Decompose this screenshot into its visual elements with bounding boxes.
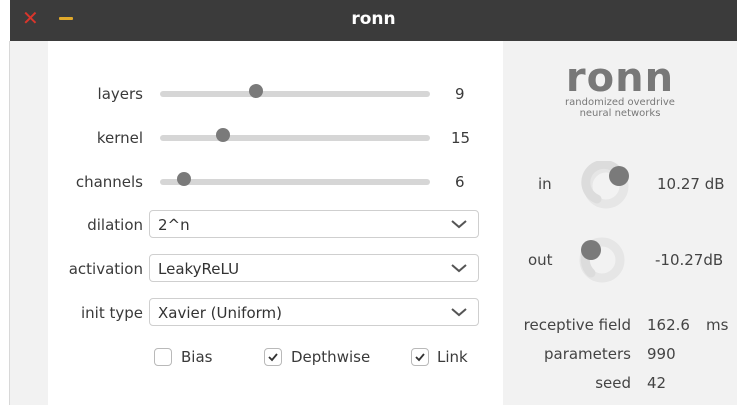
layers-value: 9 <box>455 85 465 103</box>
kernel-label: kernel <box>96 129 143 147</box>
init-type-label: init type <box>81 304 143 322</box>
title-bar: ✕ ronn <box>10 0 737 41</box>
parameters-label: parameters <box>543 345 631 363</box>
receptive-field-unit: ms <box>706 316 729 334</box>
chevron-down-icon <box>451 220 467 229</box>
init-type-select[interactable]: Xavier (Uniform) <box>149 298 479 326</box>
channels-value: 6 <box>455 173 465 191</box>
out-value: -10.27dB <box>655 251 724 269</box>
in-label: in <box>538 175 552 193</box>
brand-tagline-1: randomized overdrive <box>565 97 675 108</box>
bias-label: Bias <box>181 348 213 366</box>
checkmark-icon <box>268 353 278 362</box>
channels-slider-track[interactable] <box>160 179 430 185</box>
dilation-label: dilation <box>87 216 143 234</box>
layers-slider-thumb[interactable] <box>249 84 263 98</box>
activation-select[interactable]: LeakyReLU <box>149 254 479 282</box>
out-gain-knob[interactable] <box>577 235 627 285</box>
activation-label: activation <box>68 260 143 278</box>
layers-label: layers <box>97 85 143 103</box>
main-panel: layers 9 kernel 15 channels 6 dilation 2… <box>48 41 503 405</box>
bias-checkbox[interactable] <box>154 348 172 366</box>
out-label: out <box>528 251 553 269</box>
link-checkbox[interactable] <box>411 348 429 366</box>
receptive-field-value: 162.6 <box>647 316 690 334</box>
dilation-value: 2^n <box>158 216 190 234</box>
checkmark-icon <box>415 353 425 362</box>
seed-label: seed <box>595 374 631 392</box>
kernel-value: 15 <box>451 129 471 147</box>
right-panel: ronn randomized overdrive neural network… <box>503 41 737 405</box>
dilation-select[interactable]: 2^n <box>149 210 479 238</box>
receptive-field-label: receptive field <box>523 316 631 334</box>
channels-slider-thumb[interactable] <box>177 172 191 186</box>
depthwise-label: Depthwise <box>291 348 371 366</box>
in-gain-knob[interactable] <box>581 161 631 211</box>
brand-tagline-2: neural networks <box>579 108 661 119</box>
chevron-down-icon <box>451 308 467 317</box>
window-title: ronn <box>351 9 396 29</box>
in-value: 10.27 dB <box>657 175 725 193</box>
brand-logo: ronn <box>565 55 675 101</box>
chevron-down-icon <box>451 264 467 273</box>
depthwise-checkbox[interactable] <box>264 348 282 366</box>
channels-label: channels <box>75 173 143 191</box>
activation-value: LeakyReLU <box>158 260 240 278</box>
kernel-slider-thumb[interactable] <box>216 128 230 142</box>
init-type-value: Xavier (Uniform) <box>158 304 283 322</box>
layers-slider-track[interactable] <box>160 91 430 97</box>
kernel-slider-track[interactable] <box>160 135 430 141</box>
left-strip <box>10 41 48 405</box>
seed-value[interactable]: 42 <box>647 374 666 392</box>
link-label: Link <box>437 348 468 366</box>
parameters-value: 990 <box>647 345 676 363</box>
